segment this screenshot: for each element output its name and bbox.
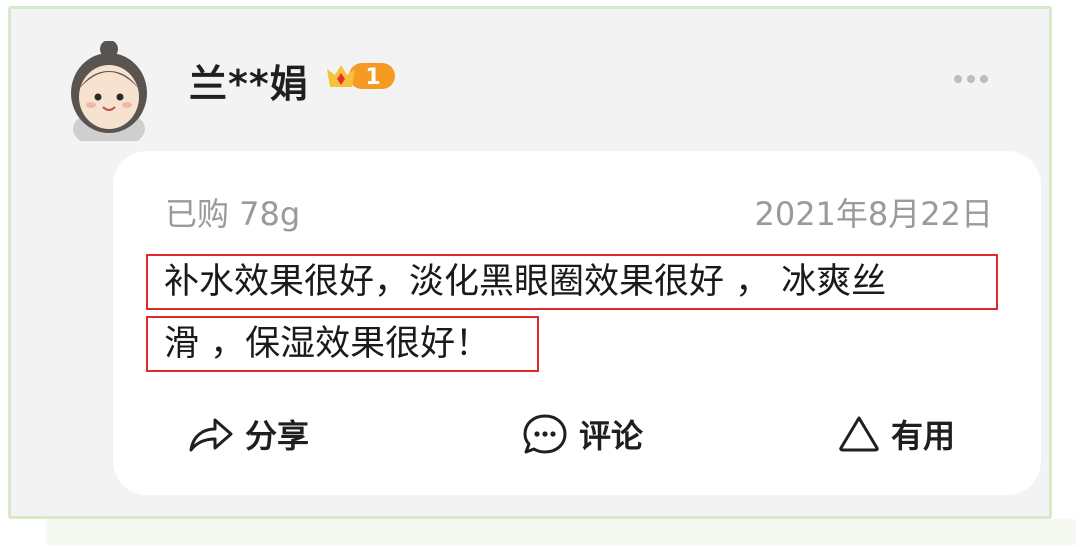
background-strip — [46, 519, 1076, 545]
review-date: 2021年8月22日 — [754, 195, 993, 233]
review-card: 已购 78g 2021年8月22日 补水效果很好，淡化黑眼圈效果很好 ， 冰爽丝… — [113, 151, 1041, 495]
action-bar: 分享 评论 有用 — [113, 401, 1041, 471]
username: 兰**娟 — [189, 62, 309, 106]
level-badge-text: 1 — [365, 65, 380, 90]
comment-icon — [523, 414, 567, 454]
review-header: 兰**娟 1 — [11, 9, 1049, 149]
purchase-info: 已购 78g — [165, 195, 301, 233]
share-label: 分享 — [245, 417, 310, 455]
review-text-line-1: 补水效果很好，淡化黑眼圈效果很好 ， 冰爽丝 — [146, 254, 998, 310]
useful-icon — [839, 416, 879, 452]
share-icon — [189, 418, 233, 452]
comment-label: 评论 — [579, 417, 644, 455]
review-panel: 兰**娟 1 已购 78g 2021年8月22日 补水效果很好，淡化黑眼圈效果很… — [8, 6, 1052, 519]
more-icon[interactable] — [946, 69, 996, 89]
share-button[interactable]: 分享 — [187, 411, 309, 457]
useful-button[interactable]: 有用 — [837, 411, 955, 457]
review-text-line-2: 滑 ，保湿效果很好！ — [146, 316, 539, 372]
useful-label: 有用 — [891, 417, 956, 455]
comment-button[interactable]: 评论 — [521, 411, 643, 457]
crown-badge-icon: 1 — [327, 63, 395, 90]
avatar[interactable] — [67, 41, 151, 141]
